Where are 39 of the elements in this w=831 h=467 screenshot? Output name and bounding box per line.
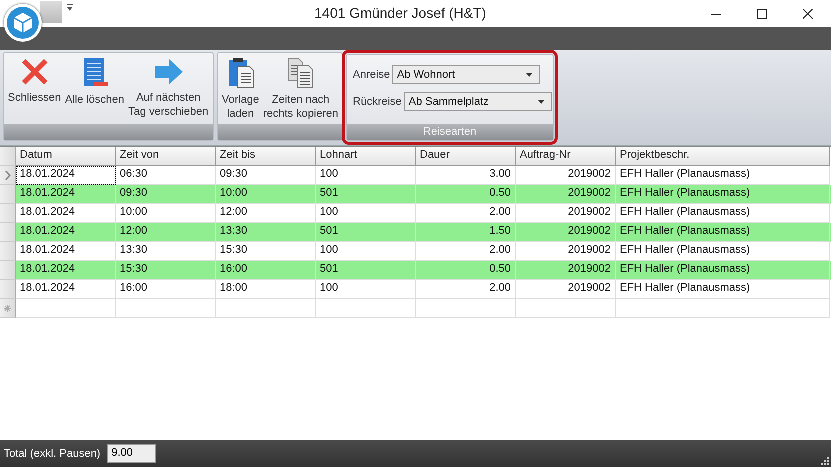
- column-header[interactable]: Zeit bis: [216, 147, 316, 166]
- column-header[interactable]: Datum: [16, 147, 116, 166]
- field-label: Rückreise: [353, 96, 402, 108]
- ribbon-button[interactable]: Alle löschen: [63, 57, 127, 124]
- row-header[interactable]: [0, 223, 16, 242]
- column-header[interactable]: Projektbeschr.: [616, 147, 830, 166]
- dropdown-field[interactable]: Ab Wohnort: [392, 65, 540, 84]
- column-header[interactable]: Auftrag-Nr: [516, 147, 616, 166]
- ribbon-button[interactable]: Vorlage laden: [220, 57, 262, 124]
- caret-icon: [526, 72, 534, 76]
- column-header[interactable]: Zeit von: [116, 147, 216, 166]
- copy-icon: [286, 57, 316, 89]
- row-header[interactable]: [0, 261, 16, 280]
- maximize-icon: [757, 8, 767, 18]
- row-header[interactable]: [0, 185, 16, 204]
- column-header[interactable]: Lohnart: [316, 147, 416, 166]
- current-row-icon: [4, 170, 10, 180]
- window-title: 1401 Gmünder Josef (H&T): [314, 5, 488, 21]
- total-field: 9.00: [106, 444, 156, 463]
- arrow-right-icon: [152, 57, 185, 87]
- column-header[interactable]: Dauer: [416, 147, 516, 166]
- row-header[interactable]: [0, 242, 16, 261]
- ribbon-button[interactable]: Auf nächsten Tag verschieben: [126, 57, 211, 124]
- dropdown-icon[interactable]: [66, 2, 76, 12]
- close-icon: [803, 8, 813, 18]
- new-row-icon[interactable]: [0, 299, 16, 318]
- group-caption: Reisearten: [347, 124, 553, 140]
- caret-icon: [538, 100, 545, 104]
- resize-grip-icon[interactable]: [820, 456, 829, 465]
- row-header[interactable]: [0, 166, 16, 185]
- corner-header: [0, 147, 16, 166]
- dropdown-field[interactable]: Ab Sammelplatz: [404, 92, 552, 111]
- ribbon-button[interactable]: Schliessen: [6, 57, 64, 124]
- total-label: Total (exkl. Pausen): [4, 448, 101, 460]
- row-header[interactable]: [0, 204, 16, 223]
- field-label: Anreise: [353, 68, 390, 80]
- row-header[interactable]: [0, 280, 16, 299]
- close-icon: [20, 57, 50, 87]
- ribbon-button[interactable]: Zeiten nach rechts kopieren: [261, 57, 341, 124]
